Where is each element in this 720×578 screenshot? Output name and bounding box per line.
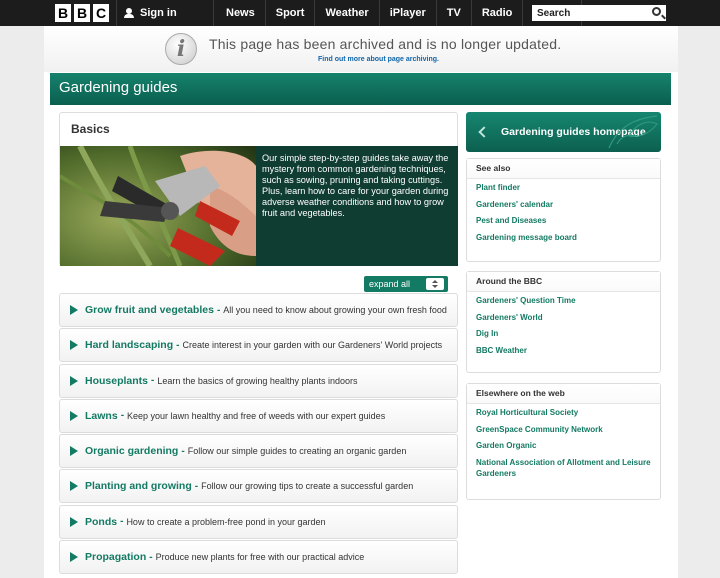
nav-sport[interactable]: Sport bbox=[266, 0, 316, 26]
nav-weather[interactable]: Weather bbox=[315, 0, 380, 26]
separator: - bbox=[149, 551, 153, 563]
expand-all-label: expand all bbox=[369, 279, 411, 289]
logo-letter: B bbox=[55, 4, 71, 22]
archive-info-link[interactable]: Find out more about page archiving. bbox=[318, 56, 439, 63]
guide-title[interactable]: Ponds bbox=[85, 516, 117, 528]
link-gardeners-world[interactable]: Gardeners' World bbox=[476, 313, 660, 324]
guide-desc: Produce new plants for free with our pra… bbox=[155, 552, 365, 563]
nav-iplayer[interactable]: iPlayer bbox=[380, 0, 437, 26]
guide-desc: Follow our simple guides to creating an … bbox=[187, 446, 407, 457]
search-input[interactable] bbox=[532, 5, 644, 21]
link-bbc-weather[interactable]: BBC Weather bbox=[476, 346, 660, 357]
guide-desc: Keep your lawn healthy and free of weeds… bbox=[127, 410, 386, 421]
gardening-guides-homepage-button[interactable]: Gardening guides homepage bbox=[466, 112, 661, 152]
separator: - bbox=[120, 516, 124, 528]
basics-card: Basics Our simple step-by-step guides ta… bbox=[59, 112, 458, 266]
info-icon: i bbox=[165, 33, 197, 65]
separator: - bbox=[216, 304, 221, 316]
play-arrow-icon bbox=[70, 410, 78, 421]
expand-all-button[interactable]: expand all bbox=[364, 276, 448, 292]
bbc-logo[interactable]: B B C bbox=[55, 4, 109, 22]
separator: - bbox=[194, 480, 199, 492]
link-gardening-message-board[interactable]: Gardening message board bbox=[476, 233, 660, 244]
guide-item-hard-landscaping[interactable]: Hard landscaping - Create interest in yo… bbox=[59, 328, 458, 363]
basics-heading: Basics bbox=[71, 122, 110, 136]
chevron-left-icon bbox=[478, 126, 490, 138]
user-icon bbox=[124, 8, 134, 18]
separator: - bbox=[120, 410, 125, 422]
pruning-shears-image bbox=[60, 146, 256, 266]
nav-news[interactable]: News bbox=[216, 0, 266, 26]
link-gardeners-calendar[interactable]: Gardeners' calendar bbox=[476, 200, 660, 211]
around-the-bbc-panel: Around the BBC Gardeners' Question Time … bbox=[466, 271, 661, 373]
separator: - bbox=[176, 339, 180, 351]
page-title: Gardening guides bbox=[50, 73, 671, 105]
guide-item-houseplants[interactable]: Houseplants - Learn the basics of growin… bbox=[59, 363, 458, 398]
link-pest-and-diseases[interactable]: Pest and Diseases bbox=[476, 216, 660, 227]
archive-message: This page has been archived and is no lo… bbox=[209, 36, 562, 52]
nav-tv[interactable]: TV bbox=[437, 0, 472, 26]
search-box bbox=[532, 5, 666, 21]
link-greenspace[interactable]: GreenSpace Community Network bbox=[476, 425, 660, 436]
page-container: i This page has been archived and is no … bbox=[44, 26, 678, 578]
guide-item-ponds[interactable]: Ponds - How to create a problem-free pon… bbox=[59, 504, 458, 539]
logo-letter: B bbox=[74, 4, 90, 22]
elsewhere-on-web-panel: Elsewhere on the web Royal Horticultural… bbox=[466, 383, 661, 500]
bbc-top-bar: B B C Sign in News Sport Weather iPlayer… bbox=[0, 0, 720, 26]
guide-item-fruit-veg[interactable]: Grow fruit and vegetables - All you need… bbox=[59, 293, 458, 327]
link-allotment-association[interactable]: National Association of Allotment and Le… bbox=[476, 458, 660, 479]
link-garden-organic[interactable]: Garden Organic bbox=[476, 441, 660, 452]
elsewhere-heading: Elsewhere on the web bbox=[467, 384, 660, 404]
main-nav: News Sport Weather iPlayer TV Radio More… bbox=[216, 0, 582, 26]
play-arrow-icon bbox=[70, 552, 78, 563]
guide-desc: Follow our growing tips to create a succ… bbox=[201, 481, 414, 492]
sign-in-label: Sign in bbox=[140, 7, 177, 19]
guide-desc: All you need to know about growing your … bbox=[223, 305, 447, 315]
see-also-panel: See also Plant finder Gardeners' calenda… bbox=[466, 158, 661, 262]
sign-in-button[interactable]: Sign in bbox=[116, 0, 214, 26]
play-arrow-icon bbox=[70, 446, 78, 457]
guide-item-propagation[interactable]: Propagation - Produce new plants for fre… bbox=[59, 540, 458, 575]
guide-item-planting[interactable]: Planting and growing - Follow our growin… bbox=[59, 469, 458, 504]
guide-desc: Create interest in your garden with our … bbox=[182, 340, 443, 351]
link-plant-finder[interactable]: Plant finder bbox=[476, 183, 660, 194]
play-arrow-icon bbox=[70, 375, 78, 386]
basics-description: Our simple step-by-step guides take away… bbox=[256, 146, 458, 266]
guide-title[interactable]: Houseplants bbox=[85, 375, 148, 387]
pruning-photo bbox=[60, 146, 256, 266]
guide-title[interactable]: Grow fruit and vegetables bbox=[85, 304, 214, 316]
guide-title[interactable]: Hard landscaping bbox=[85, 339, 173, 351]
archive-notice: i This page has been archived and is no … bbox=[44, 26, 678, 72]
play-arrow-icon bbox=[70, 516, 78, 527]
logo-letter: C bbox=[93, 4, 109, 22]
link-dig-in[interactable]: Dig In bbox=[476, 329, 660, 340]
around-bbc-heading: Around the BBC bbox=[467, 272, 660, 292]
guide-desc: Learn the basics of growing healthy plan… bbox=[157, 375, 358, 386]
guide-title[interactable]: Lawns bbox=[85, 410, 118, 422]
guide-item-organic[interactable]: Organic gardening - Follow our simple gu… bbox=[59, 434, 458, 469]
see-also-heading: See also bbox=[467, 159, 660, 179]
play-arrow-icon bbox=[70, 340, 78, 351]
guide-title[interactable]: Propagation bbox=[85, 551, 146, 563]
guide-title[interactable]: Organic gardening bbox=[85, 445, 178, 457]
expand-toggle-icon bbox=[426, 278, 444, 290]
separator: - bbox=[181, 445, 185, 457]
guide-item-lawns[interactable]: Lawns - Keep your lawn healthy and free … bbox=[59, 398, 458, 433]
guide-desc: How to create a problem-free pond in you… bbox=[126, 516, 326, 527]
search-icon[interactable] bbox=[652, 7, 661, 16]
link-rhs[interactable]: Royal Horticultural Society bbox=[476, 408, 660, 419]
play-arrow-icon bbox=[70, 305, 78, 315]
nav-radio[interactable]: Radio bbox=[472, 0, 524, 26]
link-gardeners-question-time[interactable]: Gardeners' Question Time bbox=[476, 296, 660, 307]
guide-list: Grow fruit and vegetables - All you need… bbox=[59, 293, 458, 575]
separator: - bbox=[151, 375, 155, 387]
play-arrow-icon bbox=[70, 481, 78, 492]
leaf-decoration-icon bbox=[608, 115, 658, 149]
guide-title[interactable]: Planting and growing bbox=[85, 480, 192, 492]
